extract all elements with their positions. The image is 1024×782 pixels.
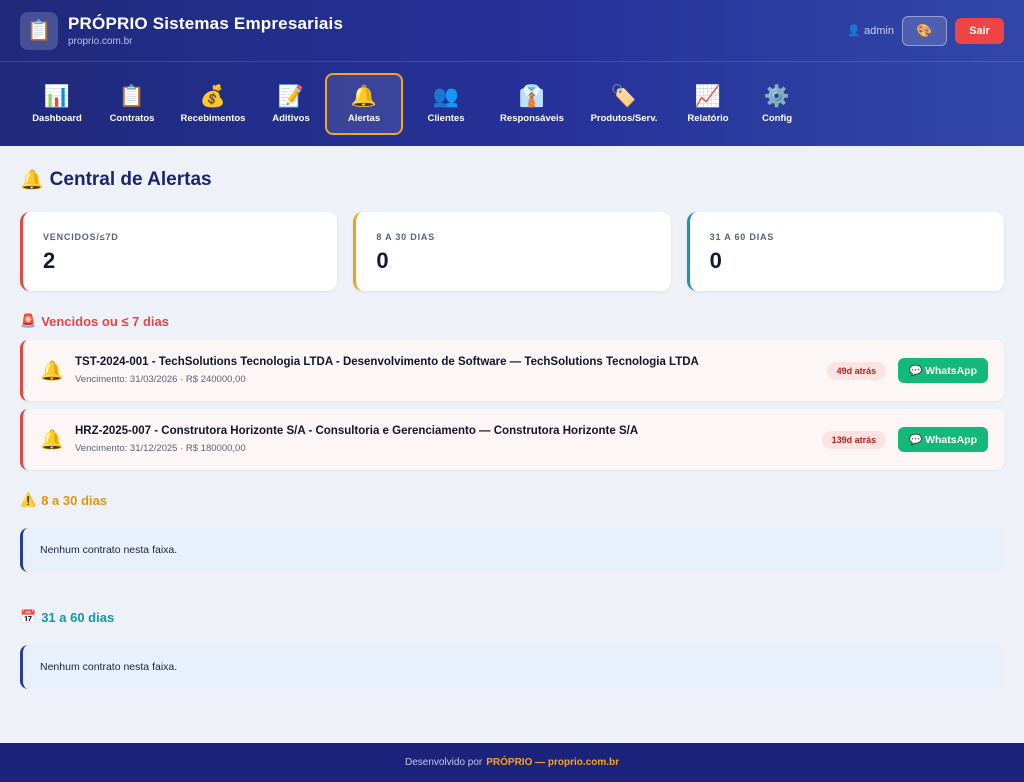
alert-body: TST-2024-001 - TechSolutions Tecnologia … — [75, 356, 827, 385]
main-nav: 📊 Dashboard 📋 Contratos 💰 Recebimentos 📝 Aditiv… — [0, 62, 1024, 135]
user-indicator: 👤 admin — [847, 24, 894, 38]
nav-label: Produtos/Serv. — [590, 112, 658, 124]
tab-responsaveis[interactable]: 👔 Responsáveis — [489, 73, 575, 135]
stat-card-overdue: VENCIDOS/≤7D 2 — [20, 212, 338, 291]
app-title: PRÓPRIO Sistemas Empresariais — [68, 14, 344, 33]
app-header: 📋 PRÓPRIO Sistemas Empresariais proprio.… — [0, 0, 1024, 146]
relatorio-icon: 📈 — [694, 84, 722, 108]
bell-icon: 🔔 — [40, 360, 64, 382]
top-bar: 📋 PRÓPRIO Sistemas Empresariais proprio.… — [0, 0, 1024, 62]
whatsapp-button[interactable]: 💬 WhatsApp — [898, 358, 988, 383]
stat-card-31-60: 31 A 60 DIAS 0 — [686, 212, 1004, 291]
nav-label: Dashboard — [32, 112, 82, 124]
overdue-badge: 49d atrás — [826, 361, 887, 380]
alert-title: HRZ-2025-007 - Construtora Horizonte S/A… — [75, 425, 639, 437]
nav-label: Alertas — [347, 112, 381, 124]
footer-prefix: Desenvolvido por — [404, 757, 483, 768]
main-content: 🔔 Central de Alertas VENCIDOS/≤7D 2 8 A … — [0, 168, 1024, 689]
config-icon: ⚙️ — [763, 84, 791, 108]
contratos-icon: 📋 — [118, 84, 146, 108]
section-8-30-title: ⚠️ 8 a 30 dias — [20, 492, 1004, 508]
tab-relatorio[interactable]: 📈 Relatório — [673, 73, 743, 135]
theme-button[interactable]: 🎨 — [902, 15, 947, 46]
overdue-badge: 139d atrás — [821, 430, 887, 449]
alert-card: 🔔 TST-2024-001 - TechSolutions Tecnologi… — [20, 340, 1004, 401]
section-title-text: Vencidos ou ≤ 7 dias — [41, 313, 169, 329]
dashboard-icon: 📊 — [43, 84, 71, 108]
alert-title: TST-2024-001 - TechSolutions Tecnologia … — [75, 356, 699, 368]
nav-label: Relatório — [687, 112, 729, 124]
empty-state: Nenhum contrato nesta faixa. — [20, 528, 1004, 572]
clientes-icon: 👥 — [432, 84, 460, 108]
alertas-icon: 🔔 — [350, 84, 378, 108]
top-right-controls: 👤 admin 🎨 Sair — [847, 15, 1004, 46]
section-31-60-title: 📅 31 a 60 dias — [20, 609, 1004, 625]
section-title-text: 8 a 30 dias — [41, 492, 107, 508]
user-icon: 👤 — [847, 25, 862, 37]
aditivos-icon: 📝 — [277, 84, 305, 108]
tab-clientes[interactable]: 👥 Clientes — [403, 73, 489, 135]
app-subtitle: proprio.com.br — [68, 36, 133, 47]
alert-subtitle: Vencimento: 31/12/2025 · R$ 180000,00 — [75, 443, 246, 454]
palette-icon: 🎨 — [916, 22, 933, 38]
stat-label: VENCIDOS/≤7D — [43, 232, 119, 242]
warning-icon: ⚠️ — [20, 492, 37, 507]
empty-state: Nenhum contrato nesta faixa. — [20, 645, 1004, 689]
siren-icon: 🚨 — [20, 313, 37, 328]
username: admin — [864, 24, 894, 37]
nav-label: Clientes — [427, 112, 465, 124]
tab-produtos[interactable]: 🏷️ Produtos/Serv. — [575, 73, 673, 135]
stat-label: 8 A 30 DIAS — [376, 232, 435, 242]
responsaveis-icon: 👔 — [518, 84, 546, 108]
nav-label: Responsáveis — [500, 112, 564, 124]
stats-row: VENCIDOS/≤7D 2 8 A 30 DIAS 0 31 A 60 DIA… — [20, 212, 1004, 291]
tab-alertas[interactable]: 🔔 Alertas — [325, 73, 403, 135]
footer-brand-link[interactable]: PRÓPRIO — proprio.com.br — [486, 757, 619, 768]
page-title-text: Central de Alertas — [49, 169, 212, 190]
recebimentos-icon: 💰 — [199, 84, 227, 108]
stat-value: 0 — [709, 248, 722, 273]
nav-label: Recebimentos — [180, 112, 246, 124]
stat-card-8-30: 8 A 30 DIAS 0 — [353, 212, 671, 291]
clipboard-icon: 📋 — [20, 11, 58, 50]
tab-config[interactable]: ⚙️ Config — [743, 73, 811, 135]
page-title: 🔔 Central de Alertas — [20, 168, 1004, 192]
nav-label: Config — [761, 112, 793, 124]
tab-dashboard[interactable]: 📊 Dashboard — [19, 73, 95, 135]
stat-label: 31 A 60 DIAS — [709, 232, 775, 242]
bell-icon: 🔔 — [40, 429, 64, 451]
stat-value: 0 — [376, 248, 389, 273]
logout-button[interactable]: Sair — [955, 17, 1004, 44]
section-overdue-title: 🚨 Vencidos ou ≤ 7 dias — [20, 313, 1004, 329]
tab-recebimentos[interactable]: 💰 Recebimentos — [169, 73, 257, 135]
alert-card: 🔔 HRZ-2025-007 - Construtora Horizonte S… — [20, 409, 1004, 470]
section-title-text: 31 a 60 dias — [41, 609, 115, 625]
footer: Desenvolvido por PRÓPRIO — proprio.com.b… — [0, 743, 1024, 782]
tab-aditivos[interactable]: 📝 Aditivos — [257, 73, 325, 135]
alert-subtitle: Vencimento: 31/03/2026 · R$ 240000,00 — [75, 374, 246, 385]
calendar-icon: 📅 — [20, 609, 37, 624]
whatsapp-button[interactable]: 💬 WhatsApp — [898, 427, 988, 452]
stat-value: 2 — [43, 248, 56, 273]
nav-label: Contratos — [109, 112, 155, 124]
nav-label: Aditivos — [272, 112, 310, 124]
produtos-icon: 🏷️ — [610, 84, 638, 108]
alert-body: HRZ-2025-007 - Construtora Horizonte S/A… — [75, 425, 822, 454]
brand: PRÓPRIO Sistemas Empresariais proprio.co… — [68, 14, 343, 47]
tab-contratos[interactable]: 📋 Contratos — [95, 73, 169, 135]
bell-icon: 🔔 — [20, 170, 44, 191]
